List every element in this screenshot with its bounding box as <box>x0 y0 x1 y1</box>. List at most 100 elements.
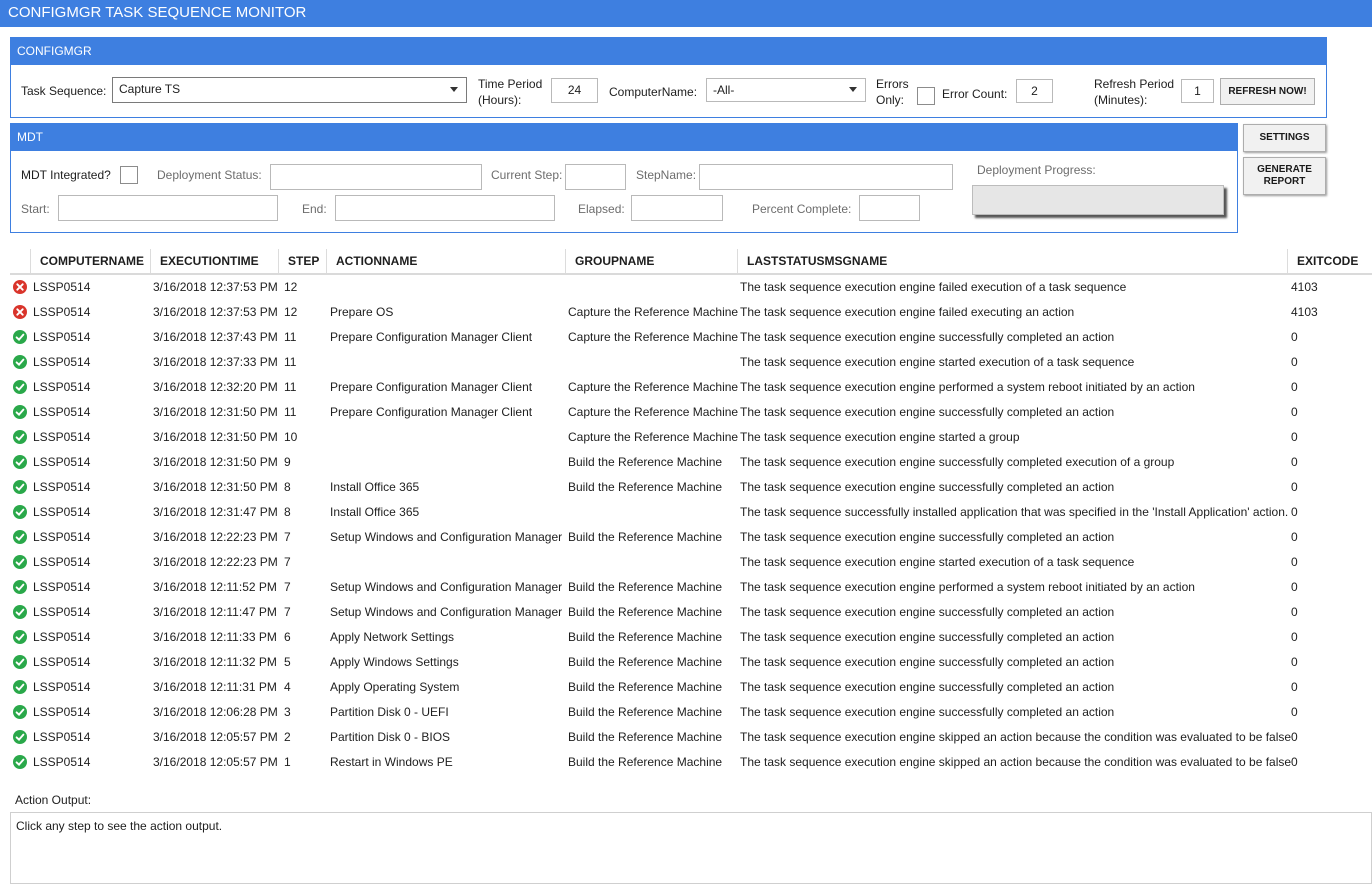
cell-actionname: Setup Windows and Configuration Manager <box>330 530 563 544</box>
cell-actionname: Setup Windows and Configuration Manager <box>330 580 563 594</box>
cell-groupname: Build the Reference Machine <box>568 580 723 594</box>
column-header-executiontime[interactable]: EXECUTIONTIME <box>150 249 278 273</box>
column-header-computername[interactable]: COMPUTERNAME <box>30 249 150 273</box>
table-row[interactable]: LSSP0514 3/16/2018 12:31:50 PM 10 Capture t… <box>10 425 1372 450</box>
table-row[interactable]: LSSP0514 3/16/2018 12:37:53 PM 12 Prepare O… <box>10 300 1372 325</box>
table-row[interactable]: LSSP0514 3/16/2018 12:11:33 PM 6 Apply Netw… <box>10 625 1372 650</box>
cell-actionname: Setup Windows and Configuration Manager <box>330 605 563 619</box>
error-icon <box>13 280 27 294</box>
cell-groupname: Build the Reference Machine <box>568 480 723 494</box>
deployment-status-label: Deployment Status: <box>157 168 262 182</box>
end-label: End: <box>302 202 327 216</box>
action-output-box[interactable]: Click any step to see the action output. <box>10 812 1372 884</box>
success-check-icon <box>13 655 27 669</box>
cell-executiontime: 3/16/2018 12:11:31 PM <box>153 680 277 694</box>
success-check-icon <box>13 505 27 519</box>
errors-only-checkbox[interactable] <box>917 87 935 105</box>
table-row[interactable]: LSSP0514 3/16/2018 12:11:47 PM 7 Setup Wind… <box>10 600 1372 625</box>
task-sequence-select[interactable]: Capture TS <box>112 77 467 103</box>
column-header-exitcode[interactable]: EXITCODE <box>1287 249 1365 273</box>
cell-executiontime: 3/16/2018 12:37:53 PM <box>153 305 278 319</box>
cell-step: 7 <box>284 605 291 619</box>
cell-computername: LSSP0514 <box>33 330 91 344</box>
cell-actionname: Prepare Configuration Manager Client <box>330 330 533 344</box>
cell-computername: LSSP0514 <box>33 455 91 469</box>
cell-step: 7 <box>284 530 291 544</box>
cell-exitcode: 0 <box>1291 755 1298 769</box>
generate-report-button[interactable]: GENERATE REPORT <box>1243 157 1326 195</box>
current-step-field <box>565 164 626 190</box>
cell-exitcode: 0 <box>1291 355 1298 369</box>
column-header-actionname[interactable]: ACTIONNAME <box>326 249 565 273</box>
cell-exitcode: 0 <box>1291 630 1298 644</box>
success-check-icon <box>13 455 27 469</box>
cell-exitcode: 0 <box>1291 605 1298 619</box>
errors-only-label-line1: Errors <box>876 77 909 91</box>
cell-exitcode: 0 <box>1291 380 1298 394</box>
table-row[interactable]: LSSP0514 3/16/2018 12:11:32 PM 5 Apply Wind… <box>10 650 1372 675</box>
error-count-input[interactable]: 2 <box>1016 79 1053 103</box>
column-header-laststatusmsgname[interactable]: LASTSTATUSMSGNAME <box>737 249 1287 273</box>
table-row[interactable]: LSSP0514 3/16/2018 12:11:52 PM 7 Setup Wind… <box>10 575 1372 600</box>
cell-groupname: Build the Reference Machine <box>568 755 723 769</box>
error-icon <box>13 305 27 319</box>
table-row[interactable]: LSSP0514 3/16/2018 12:31:50 PM 8 Install Of… <box>10 475 1372 500</box>
table-row[interactable]: LSSP0514 3/16/2018 12:06:28 PM 3 Partition … <box>10 700 1372 725</box>
time-period-input[interactable]: 24 <box>551 78 598 103</box>
column-header-step[interactable]: STEP <box>278 249 326 273</box>
mdt-integrated-checkbox[interactable] <box>120 166 138 184</box>
cell-laststatusmsgname: The task sequence execution engine skipp… <box>740 730 1292 744</box>
cell-actionname: Partition Disk 0 - UEFI <box>330 705 449 719</box>
table-row[interactable]: LSSP0514 3/16/2018 12:37:33 PM 11 The task … <box>10 350 1372 375</box>
success-check-icon <box>13 605 27 619</box>
cell-actionname: Prepare Configuration Manager Client <box>330 405 533 419</box>
cell-laststatusmsgname: The task sequence execution engine perfo… <box>740 380 1195 394</box>
table-row[interactable]: LSSP0514 3/16/2018 12:37:43 PM 11 Prepare C… <box>10 325 1372 350</box>
cell-exitcode: 0 <box>1291 680 1298 694</box>
cell-step: 11 <box>284 380 297 394</box>
computer-name-select[interactable]: -All- <box>706 78 866 102</box>
cell-executiontime: 3/16/2018 12:37:53 PM <box>153 280 278 294</box>
cell-laststatusmsgname: The task sequence execution engine succe… <box>740 530 1115 544</box>
cell-exitcode: 0 <box>1291 530 1298 544</box>
window-title: CONFIGMGR TASK SEQUENCE MONITOR <box>0 0 1372 27</box>
success-check-icon <box>13 630 27 644</box>
cell-computername: LSSP0514 <box>33 630 91 644</box>
table-row[interactable]: LSSP0514 3/16/2018 12:05:57 PM 2 Partition … <box>10 725 1372 750</box>
cell-computername: LSSP0514 <box>33 505 91 519</box>
cell-computername: LSSP0514 <box>33 580 91 594</box>
cell-actionname: Prepare OS <box>330 305 394 319</box>
deployment-progress-label: Deployment Progress: <box>977 163 1096 177</box>
generate-report-label-line1: GENERATE <box>1257 164 1312 175</box>
table-row[interactable]: LSSP0514 3/16/2018 12:22:23 PM 7 The task s… <box>10 550 1372 575</box>
success-check-icon <box>13 430 27 444</box>
cell-laststatusmsgname: The task sequence execution engine succe… <box>740 480 1115 494</box>
table-row[interactable]: LSSP0514 3/16/2018 12:31:47 PM 8 Install Of… <box>10 500 1372 525</box>
refresh-now-button[interactable]: REFRESH NOW! <box>1220 78 1315 105</box>
cell-groupname: Build the Reference Machine <box>568 530 723 544</box>
column-header-groupname[interactable]: GROUPNAME <box>565 249 737 273</box>
cell-step: 2 <box>284 730 291 744</box>
refresh-period-input[interactable]: 1 <box>1181 79 1214 103</box>
cell-executiontime: 3/16/2018 12:05:57 PM <box>153 755 278 769</box>
cell-groupname: Build the Reference Machine <box>568 605 723 619</box>
table-row[interactable]: LSSP0514 3/16/2018 12:11:31 PM 4 Apply Oper… <box>10 675 1372 700</box>
cell-executiontime: 3/16/2018 12:05:57 PM <box>153 730 278 744</box>
table-row[interactable]: LSSP0514 3/16/2018 12:31:50 PM 9 Build the … <box>10 450 1372 475</box>
cell-computername: LSSP0514 <box>33 355 91 369</box>
chevron-down-icon <box>450 87 458 92</box>
table-row[interactable]: LSSP0514 3/16/2018 12:22:23 PM 7 Setup Wind… <box>10 525 1372 550</box>
cell-exitcode: 0 <box>1291 505 1298 519</box>
success-check-icon <box>13 380 27 394</box>
percent-complete-label: Percent Complete: <box>752 202 852 216</box>
cell-computername: LSSP0514 <box>33 730 91 744</box>
table-row[interactable]: LSSP0514 3/16/2018 12:05:57 PM 1 Restart in… <box>10 750 1372 775</box>
settings-button[interactable]: SETTINGS <box>1243 124 1326 152</box>
table-row[interactable]: LSSP0514 3/16/2018 12:37:53 PM 12 The task … <box>10 275 1372 300</box>
cell-groupname: Build the Reference Machine <box>568 730 723 744</box>
table-row[interactable]: LSSP0514 3/16/2018 12:31:50 PM 11 Prepare C… <box>10 400 1372 425</box>
cell-exitcode: 0 <box>1291 455 1298 469</box>
cell-exitcode: 4103 <box>1291 280 1318 294</box>
table-row[interactable]: LSSP0514 3/16/2018 12:32:20 PM 11 Prepare C… <box>10 375 1372 400</box>
elapsed-field <box>631 195 723 221</box>
